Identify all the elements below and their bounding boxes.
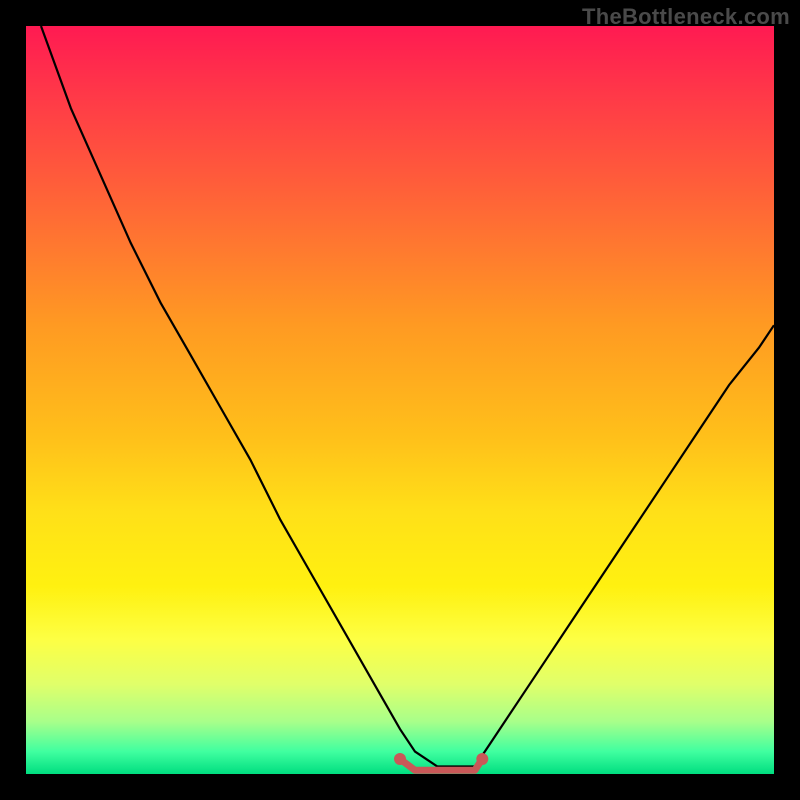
- chart-container: TheBottleneck.com: [0, 0, 800, 800]
- bottleneck-curve-svg: [26, 26, 774, 774]
- optimal-zone-marker: [400, 759, 482, 770]
- plot-area: [26, 26, 774, 774]
- optimal-marker-dot-left: [394, 753, 406, 765]
- optimal-marker-dot-right: [476, 753, 488, 765]
- bottleneck-curve: [41, 26, 774, 767]
